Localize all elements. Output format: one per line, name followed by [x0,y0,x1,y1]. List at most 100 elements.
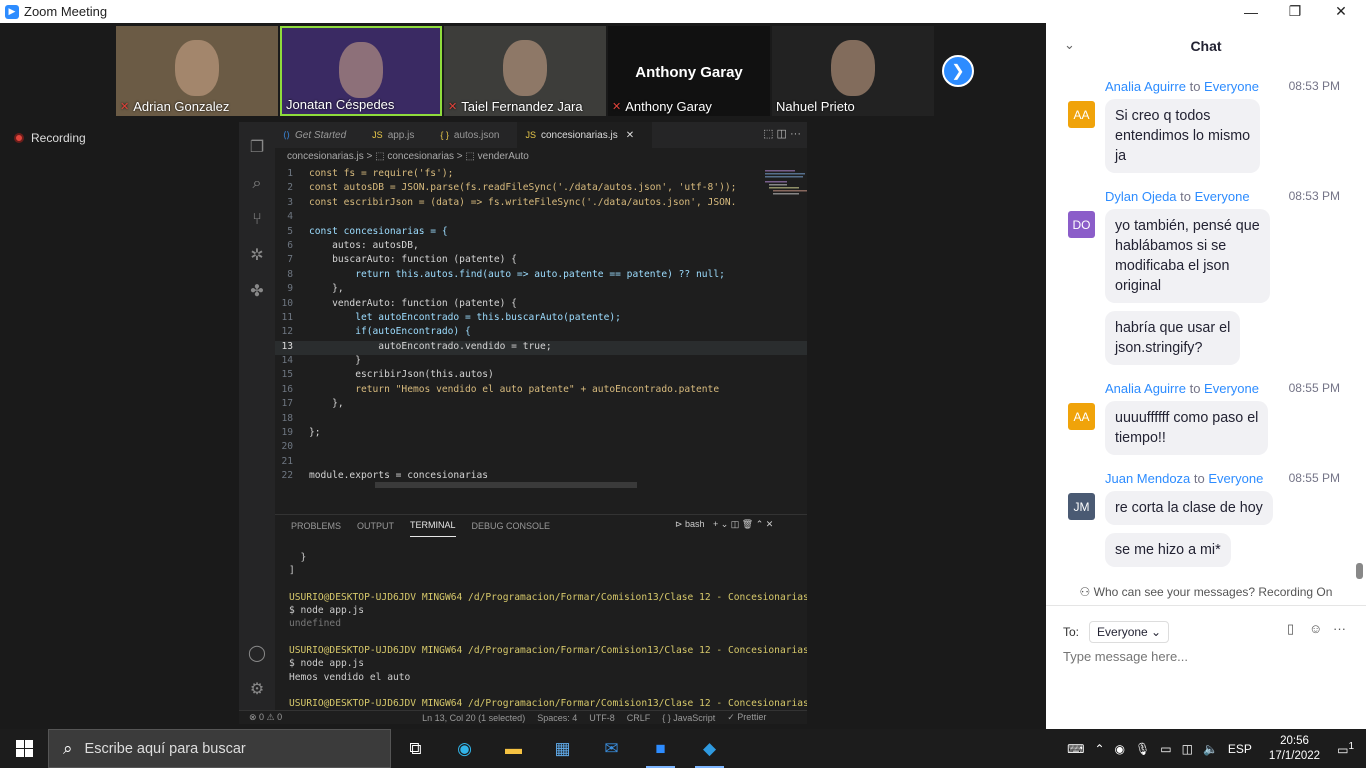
line-number: 16 [281,383,293,395]
more-icon[interactable]: ··· [1333,621,1346,636]
settings-gear-icon[interactable]: ⚙ [247,680,267,700]
window-title: Zoom Meeting [24,4,108,19]
line-number: 7 [287,254,293,266]
editor-tab[interactable]: ⟨⟩ Get Started [275,122,364,148]
editor-tab[interactable]: JS concesionarias.js ✕ [517,122,653,148]
line-number: 19 [281,427,293,439]
participant-video-face-icon [339,42,383,98]
privacy-notice[interactable]: ⚇ Who can see your messages? Recording O… [1046,585,1366,599]
windows-start-icon[interactable] [0,729,48,768]
panel-tab[interactable]: DEBUG CONSOLE [472,515,551,537]
zoom-app-icon[interactable]: ■ [636,729,685,768]
notifications-icon[interactable]: ▭1 [1337,741,1354,757]
encoding[interactable]: UTF-8 [589,713,615,723]
editor-tab[interactable]: JS app.js [364,122,432,148]
message-recipient: Everyone [1204,381,1259,396]
emoji-icon[interactable]: ☺ [1309,621,1322,636]
panel-tab[interactable]: TERMINAL [410,515,456,537]
cursor-position[interactable]: Ln 13, Col 20 (1 selected) [422,713,525,723]
volume-icon[interactable]: 🔈 [1203,742,1218,756]
line-ending[interactable]: CRLF [627,713,651,723]
keyboard-icon[interactable]: ⌨ [1067,742,1084,756]
message-sender[interactable]: Analia Aguirre [1105,381,1186,396]
participant-tile[interactable]: ✕ Adrian Gonzalez [116,26,278,116]
battery-icon[interactable]: ▭ [1160,742,1171,756]
message-sender[interactable]: Analia Aguirre [1105,79,1186,94]
extensions-icon[interactable]: ✤ [247,282,267,302]
code-editor[interactable]: 1 const fs = require('fs'); 2 const autosDB… [275,168,807,510]
breadcrumb[interactable]: concesionarias.js > ⬚ concesionarias > ⬚… [287,151,529,165]
participant-tile[interactable]: ✕ Taiel Fernandez Jara [444,26,606,116]
message-bubble[interactable]: habría que usar el json.stringify? [1105,311,1241,365]
input-language[interactable]: ESP [1228,742,1252,756]
message-sender[interactable]: Dylan Ojeda [1105,189,1177,204]
panel-tab[interactable]: PROBLEMS [291,515,341,537]
language-mode[interactable]: { } JavaScript [662,713,715,723]
message-recipient: Everyone [1208,471,1264,486]
chat-scroll-thumb[interactable] [1356,563,1363,579]
recipient-dropdown[interactable]: Everyone ⌄ [1089,621,1170,643]
chat-title: Chat [1190,38,1222,54]
file-icon[interactable]: ▯ [1287,621,1294,637]
prettier-status[interactable]: ✓ Prettier [727,712,766,723]
message-meta: Dylan Ojeda to Everyone [1105,189,1250,204]
source-control-icon[interactable]: ⑂ [247,210,267,230]
debug-icon[interactable]: ✲ [247,246,267,266]
panel-controls[interactable]: + ⌄ ◫ 🗑 ⌃ ✕ [713,519,773,530]
terminal-line: USURIO@DESKTOP-UJD6JDV MINGW64 /d/Progra… [289,645,807,657]
microphone-icon[interactable]: 🎙 [1135,742,1150,756]
chat-message-input[interactable] [1063,649,1343,664]
message-sender[interactable]: Juan Mendoza [1105,471,1190,486]
camera-icon[interactable]: ◉ [1115,742,1125,756]
problems-count[interactable]: ⊗ 0 ⚠ 0 [249,712,282,723]
code-text: const fs = require('fs'); [309,168,454,179]
shared-screen-vscode: ❐ ⌕ ⑂ ✲ ✤ ◯ ⚙ ⟨⟩ Get Started JS app.js { } au… [239,122,807,724]
chevron-up-icon[interactable]: ⌃ [1094,742,1104,756]
participant-tile[interactable]: Nahuel Prieto [772,26,934,116]
code-text: const escribirJson = (data) => fs.writeF… [309,196,737,208]
mail-icon[interactable]: ✉ [587,729,636,768]
vscode-app-icon[interactable]: ◆ [685,729,734,768]
code-text: }, [309,283,344,295]
close-icon[interactable]: ✕ [626,130,634,141]
terminal-shell-selector[interactable]: ⊳ bash [675,519,705,530]
message-bubble[interactable]: uuuuffffff como paso el tiempo!! [1105,401,1269,455]
network-icon[interactable]: ◫ [1182,742,1193,756]
message-bubble[interactable]: se me hizo a mi* [1105,533,1231,567]
participant-name-row: ✕ Anthony Garay [612,99,712,114]
participant-name-row: Jonatan Céspedes [286,97,394,112]
code-text: escribirJson(this.autos) [309,369,494,381]
avatar: DO [1068,211,1095,238]
horizontal-scrollbar[interactable] [375,482,637,488]
explorer-icon[interactable]: ❐ [247,138,267,158]
restore-button[interactable]: ❐ [1272,0,1318,23]
message-bubble[interactable]: yo también, pensé que hablábamos si se mod… [1105,209,1270,303]
minimap[interactable] [763,168,807,198]
minimize-button[interactable]: — [1228,0,1274,23]
avatar: AA [1068,403,1095,430]
participant-name: Taiel Fernandez Jara [461,99,583,114]
file-explorer-icon[interactable]: ▬ [489,729,538,768]
taskbar-search[interactable]: ⌕ Escribe aquí para buscar [48,729,391,768]
indent-setting[interactable]: Spaces: 4 [537,713,577,723]
task-view-icon[interactable]: ⧉ [391,729,440,768]
code-line: 11 let autoEncontrado = this.buscarAuto(… [275,312,807,326]
code-text: venderAuto: function (patente) { [309,297,517,309]
panel-tab[interactable]: OUTPUT [357,515,394,537]
close-button[interactable]: ✕ [1318,0,1364,23]
code-text: const concesionarias = { [309,225,448,237]
chat-scroll-track[interactable] [1357,71,1362,563]
terminal-output[interactable]: }] USURIO@DESKTOP-UJD6JDV MINGW64 /d/Prog… [289,552,807,724]
account-icon[interactable]: ◯ [247,644,267,664]
next-page-arrow-icon[interactable]: ❯ [942,55,974,87]
message-bubble[interactable]: re corta la clase de hoy [1105,491,1273,525]
edge-icon[interactable]: ◉ [440,729,489,768]
editor-actions[interactable]: ⬚ ◫ ··· [763,127,801,140]
store-icon[interactable]: ▦ [538,729,587,768]
participant-tile[interactable]: Jonatan Céspedes [280,26,442,116]
message-bubble[interactable]: Si creo q todos entendimos lo mismo ja [1105,99,1261,173]
clock[interactable]: 20:56 17/1/2022 [1269,734,1320,764]
participant-tile[interactable]: Anthony Garay ✕ Anthony Garay [608,26,770,116]
editor-tab[interactable]: { } autos.json [432,122,517,148]
search-icon[interactable]: ⌕ [247,174,267,194]
